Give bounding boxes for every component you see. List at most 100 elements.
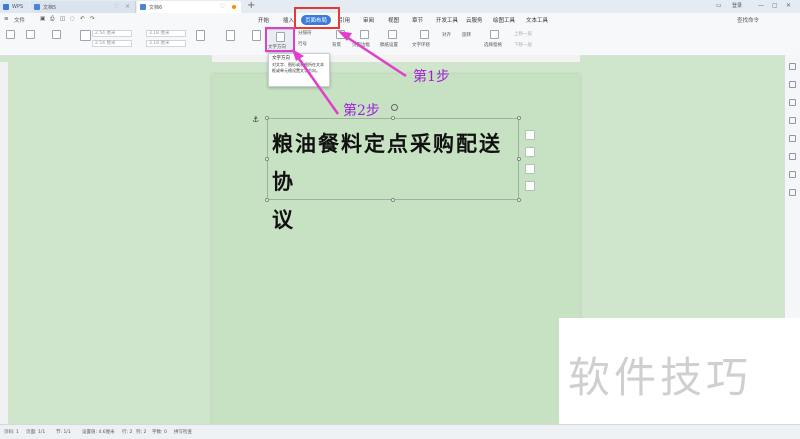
maximize-icon[interactable]: ▢ — [772, 2, 778, 9]
background-button[interactable]: 背景 — [332, 42, 341, 48]
menu-bar: ≡ 文件 ▣ ⎙ ◫ ◌ ↶ ↷ 开始 插入 页面布局 引用 审阅 视图 章节 … — [0, 13, 800, 27]
favorite-icon[interactable]: ♡ — [114, 3, 119, 10]
step1-label: 第1步 — [413, 69, 450, 85]
margin-icon[interactable] — [80, 30, 91, 41]
style-icon[interactable] — [789, 63, 796, 70]
resize-handle[interactable] — [391, 116, 395, 120]
property-icon[interactable] — [789, 117, 796, 124]
status-spellcheck[interactable]: 拼写检查 — [174, 429, 192, 435]
status-page[interactable]: 页码: 1 — [4, 429, 19, 435]
preview-icon[interactable]: ◫ — [60, 16, 65, 22]
close-icon[interactable]: × — [125, 3, 130, 10]
rotate-button[interactable]: 旋转 — [462, 32, 471, 38]
favorite-icon[interactable]: ♡ — [220, 3, 225, 10]
menu-icon[interactable]: ≡ — [4, 16, 9, 22]
status-words[interactable]: 字数: 0 — [152, 429, 167, 435]
menu-insert[interactable]: 插入 — [283, 16, 294, 24]
margin-top-input[interactable]: 2.54 厘米 — [92, 30, 132, 37]
window-mode-icon[interactable]: ▭ — [716, 2, 722, 9]
status-pages[interactable]: 页面: 1/1 — [26, 429, 45, 435]
status-bar: 页码: 1 页面: 1/1 节: 1/1 设置值: 4.6厘米 行: 2 列: … — [0, 424, 800, 439]
menu-developer[interactable]: 开发工具 — [436, 16, 458, 24]
tab-label: WPS — [12, 4, 24, 10]
background-icon[interactable] — [336, 30, 345, 39]
resize-handle[interactable] — [265, 198, 269, 202]
draft-paper-icon[interactable] — [388, 30, 397, 39]
columns-icon[interactable] — [252, 30, 261, 41]
watermark-text: 软件技巧 — [568, 353, 753, 402]
align-button[interactable]: 对齐 — [442, 32, 451, 38]
margin-left-input[interactable]: 3.18 厘米 — [146, 30, 186, 37]
menu-review[interactable]: 审阅 — [363, 16, 374, 24]
tab-label: 文档6 — [149, 4, 163, 11]
tooltip-body: 对文字、图形或表格所在文本框或单元格设置文字方向。 — [272, 62, 324, 73]
tab-wps-home[interactable]: WPS — [0, 1, 30, 13]
settings-icon[interactable] — [789, 135, 796, 142]
status-section[interactable]: 节: 1/1 — [56, 429, 71, 435]
edit-pen-icon[interactable] — [525, 147, 535, 157]
minimize-icon[interactable]: — — [758, 2, 764, 9]
file-menu[interactable]: 文件 — [14, 16, 25, 24]
menu-section[interactable]: 章节 — [412, 16, 423, 24]
step2-label: 第2步 — [343, 103, 380, 119]
tab-doc5[interactable]: 文档5 ♡ × — [31, 1, 136, 13]
history-icon[interactable] — [789, 153, 796, 160]
resize-handle[interactable] — [265, 116, 269, 120]
print-icon[interactable]: ⎙ — [50, 16, 54, 23]
color-icon[interactable] — [26, 30, 35, 39]
page-border-button[interactable]: 页面边框 — [352, 42, 370, 48]
text-wrap-icon[interactable] — [420, 30, 429, 39]
menu-home[interactable]: 开始 — [258, 16, 269, 24]
title-bar: WPS 文档5 ♡ × 文档6 ♡ + ▭ 登录 — ▢ ✕ — [0, 0, 800, 13]
margin-bottom-input[interactable]: 2.54 厘米 — [92, 40, 132, 47]
menu-references[interactable]: 引用 — [339, 16, 350, 24]
format-icon[interactable]: ◌ — [70, 16, 75, 22]
text-wrap-button[interactable]: 文字环绕 — [412, 42, 430, 48]
select-icon[interactable] — [789, 81, 796, 88]
send-backward-button[interactable]: 下移一层 — [514, 42, 532, 48]
status-col[interactable]: 列: 2 — [136, 429, 146, 435]
unsaved-dot-icon — [232, 5, 236, 9]
fill-icon[interactable] — [525, 164, 535, 174]
anchor-icon: ⚓ — [252, 115, 260, 124]
draft-paper-button[interactable]: 稿纸设置 — [380, 42, 398, 48]
separator-button[interactable]: 分隔符 — [298, 30, 312, 36]
text-direction-highlight — [265, 27, 295, 52]
undo-icon[interactable]: ↶ — [80, 16, 85, 22]
menu-view[interactable]: 视图 — [388, 16, 399, 24]
outline-icon[interactable] — [525, 181, 535, 191]
doc-icon — [140, 4, 146, 10]
save-icon[interactable]: ▣ — [40, 16, 45, 22]
redo-icon[interactable]: ↷ — [90, 16, 95, 22]
status-row[interactable]: 行: 2 — [122, 429, 132, 435]
status-position[interactable]: 设置值: 4.6厘米 — [82, 429, 115, 435]
selection-pane-icon[interactable] — [490, 30, 499, 39]
share-icon[interactable] — [789, 171, 796, 178]
menu-cloud[interactable]: 云服务 — [466, 16, 483, 24]
line-number-button[interactable]: 行号 — [298, 41, 307, 47]
theme-icon[interactable] — [6, 30, 15, 39]
resize-handle[interactable] — [265, 157, 269, 161]
page-border-icon[interactable] — [360, 30, 369, 39]
resize-handle[interactable] — [517, 116, 521, 120]
rotate-handle[interactable] — [391, 104, 398, 111]
shape-icon[interactable] — [789, 99, 796, 106]
tab-doc6[interactable]: 文档6 ♡ — [137, 1, 241, 13]
bring-forward-button[interactable]: 上移一层 — [514, 31, 532, 37]
login-button[interactable]: 登录 — [732, 2, 742, 9]
orientation-icon[interactable] — [196, 30, 205, 41]
menu-drawing-tools[interactable]: 绘图工具 — [493, 16, 515, 24]
selection-pane-button[interactable]: 选择窗格 — [484, 42, 502, 48]
paper-size-icon[interactable] — [226, 30, 235, 41]
menu-text-tools[interactable]: 文本工具 — [526, 16, 548, 24]
close-window-icon[interactable]: ✕ — [786, 2, 791, 9]
new-tab-button[interactable]: + — [247, 0, 255, 11]
search-command[interactable]: 查找命令 — [737, 16, 759, 24]
help-icon[interactable] — [789, 189, 796, 196]
layout-options-icon[interactable] — [525, 130, 535, 140]
margin-right-input[interactable]: 3.18 厘米 — [146, 40, 186, 47]
effect-icon[interactable] — [52, 30, 61, 39]
document-title[interactable]: 粮油餐料定点采购配送协 议 — [272, 125, 522, 239]
title-line-2: 议 — [272, 207, 295, 232]
title-line-1: 粮油餐料定点采购配送协 — [272, 131, 502, 194]
